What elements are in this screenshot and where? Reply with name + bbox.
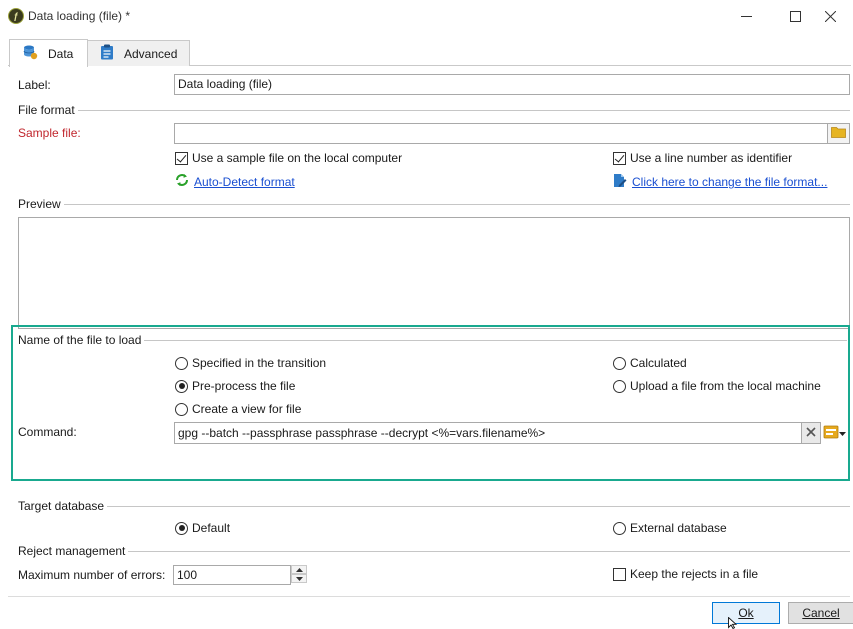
radio-default-database[interactable]: Default xyxy=(175,521,230,535)
checkbox-checked-icon xyxy=(613,151,626,165)
radio-calculated-label: Calculated xyxy=(630,356,687,370)
radio-unselected-icon xyxy=(613,379,626,393)
file-format-section-title: File format xyxy=(18,103,78,117)
checkbox-unchecked-icon xyxy=(613,567,626,581)
mouse-cursor-icon xyxy=(728,616,738,629)
target-database-divider xyxy=(18,506,850,507)
browse-folder-button[interactable] xyxy=(828,123,850,144)
database-icon xyxy=(22,44,38,63)
tab-data[interactable]: Data xyxy=(9,39,88,67)
change-file-format-link[interactable]: Click here to change the file format... xyxy=(613,173,827,191)
radio-unselected-icon xyxy=(175,402,188,416)
keep-rejects-checkbox[interactable]: Keep the rejects in a file xyxy=(613,567,758,581)
spin-up-icon[interactable] xyxy=(291,565,307,574)
label-field-label: Label: xyxy=(18,78,51,92)
label-input[interactable]: Data loading (file) xyxy=(174,74,850,95)
clear-x-icon xyxy=(806,426,816,440)
use-sample-local-label: Use a sample file on the local computer xyxy=(192,151,403,165)
preview-divider xyxy=(18,204,850,205)
radio-selected-icon xyxy=(175,379,188,393)
checkbox-checked-icon xyxy=(175,151,188,165)
spin-down-icon[interactable] xyxy=(291,574,307,583)
minimize-button[interactable] xyxy=(723,0,769,32)
use-line-number-checkbox[interactable]: Use a line number as identifier xyxy=(613,151,792,165)
max-errors-spinner[interactable] xyxy=(290,565,307,585)
footer-divider xyxy=(8,596,850,597)
file-to-load-highlight xyxy=(11,325,850,481)
ok-button-label: Ok xyxy=(738,606,754,620)
max-errors-input[interactable]: 100 xyxy=(173,565,291,585)
title-bar: ƒ Data loading (file) * xyxy=(0,0,853,32)
radio-create-view[interactable]: Create a view for file xyxy=(175,402,301,416)
auto-detect-format-link[interactable]: Auto-Detect format xyxy=(175,173,295,190)
radio-upload-label: Upload a file from the local machine xyxy=(630,379,821,393)
clipboard-icon xyxy=(100,44,114,63)
radio-specified-in-transition[interactable]: Specified in the transition xyxy=(175,356,326,370)
window-title: Data loading (file) * xyxy=(28,9,131,23)
preview-section-title: Preview xyxy=(18,197,64,211)
refresh-icon xyxy=(175,173,189,190)
radio-default-label: Default xyxy=(192,521,231,535)
tab-advanced[interactable]: Advanced xyxy=(87,40,190,66)
folder-icon xyxy=(831,126,846,141)
radio-unselected-icon xyxy=(613,521,626,535)
radio-upload-local[interactable]: Upload a file from the local machine xyxy=(613,379,821,393)
change-file-format-text: Click here to change the file format... xyxy=(632,175,828,189)
insert-variable-button[interactable] xyxy=(823,424,849,442)
ok-button[interactable]: Ok xyxy=(712,602,780,624)
target-database-section-title: Target database xyxy=(18,499,108,513)
preview-area[interactable] xyxy=(18,217,850,329)
variable-picker-icon xyxy=(823,424,839,443)
radio-unselected-icon xyxy=(613,356,626,370)
edit-document-icon xyxy=(613,173,627,191)
radio-external-database[interactable]: External database xyxy=(613,521,727,535)
radio-preprocess-file[interactable]: Pre-process the file xyxy=(175,379,295,393)
dropdown-arrow-icon xyxy=(839,426,846,440)
sample-file-input[interactable] xyxy=(174,123,828,144)
reject-management-section-title: Reject management xyxy=(18,544,129,558)
use-sample-local-checkbox[interactable]: Use a sample file on the local computer xyxy=(175,151,402,165)
close-button[interactable] xyxy=(807,0,853,32)
cancel-button-label: Cancel xyxy=(802,606,840,620)
command-label: Command: xyxy=(18,425,77,439)
radio-specified-label: Specified in the transition xyxy=(192,356,327,370)
clear-command-button[interactable] xyxy=(801,422,821,444)
radio-unselected-icon xyxy=(175,356,188,370)
use-line-number-label: Use a line number as identifier xyxy=(630,151,793,165)
file-format-divider xyxy=(18,110,850,111)
radio-external-label: External database xyxy=(630,521,727,535)
app-logo-icon: ƒ xyxy=(8,8,24,24)
reject-management-divider xyxy=(18,551,850,552)
tab-advanced-label: Advanced xyxy=(124,46,178,61)
tab-data-label: Data xyxy=(48,46,74,61)
max-errors-label: Maximum number of errors: xyxy=(18,568,166,582)
keep-rejects-label: Keep the rejects in a file xyxy=(630,567,759,581)
sample-file-label: Sample file: xyxy=(18,126,81,140)
command-input[interactable]: gpg --batch --passphrase passphrase --de… xyxy=(174,422,802,444)
auto-detect-format-text: Auto-Detect format xyxy=(194,174,295,189)
radio-preprocess-label: Pre-process the file xyxy=(192,379,296,393)
radio-create-view-label: Create a view for file xyxy=(192,402,302,416)
cancel-button[interactable]: Cancel xyxy=(788,602,853,624)
file-to-load-section-title: Name of the file to load xyxy=(18,333,145,347)
radio-calculated[interactable]: Calculated xyxy=(613,356,687,370)
radio-selected-icon xyxy=(175,521,188,535)
